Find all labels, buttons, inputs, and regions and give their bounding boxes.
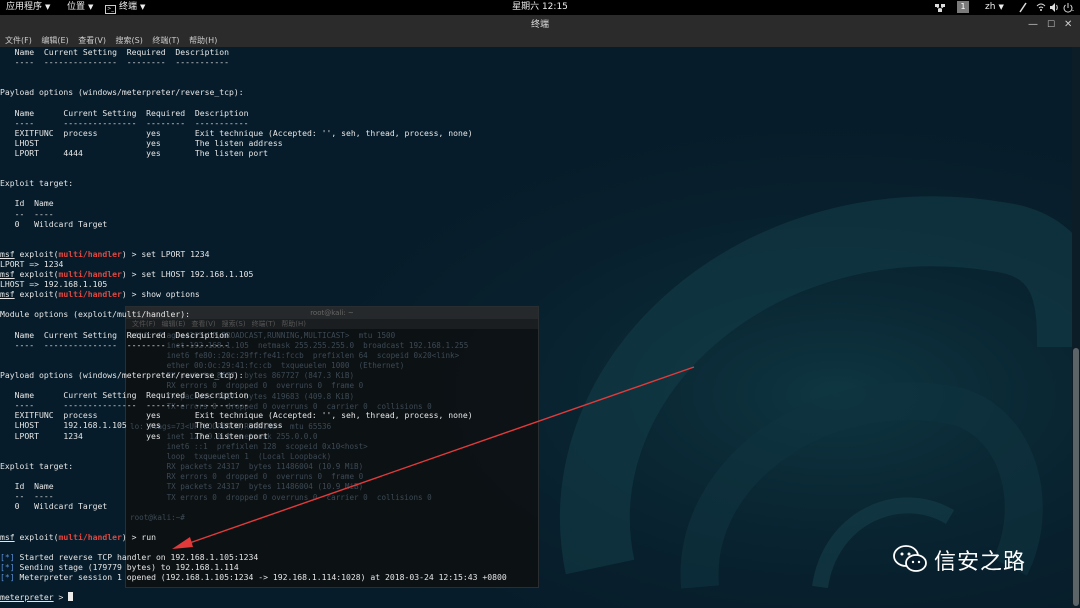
terminal-app-menu[interactable]: >_ 终端 ▼ [105,0,145,15]
watermark-text: 信安之路 [934,550,1027,575]
wechat-icon [893,545,927,572]
applications-menu[interactable]: 应用程序 ▼ [6,0,50,15]
scrollbar-thumb[interactable] [1073,348,1079,606]
terminal-icon: >_ [105,5,116,14]
minimize-icon[interactable]: — [1028,15,1038,35]
menu-edit[interactable]: 编辑(E) [41,36,68,45]
maximize-icon[interactable]: ☐ [1047,15,1055,35]
watermark: 信安之路 [892,542,1052,578]
window-title: 终端 [530,20,549,30]
terminal-app-label: 终端 [119,2,138,12]
window-title-bar[interactable]: 终端 — ☐ ✕ [0,15,1080,35]
menu-help[interactable]: 帮助(H) [189,36,217,45]
annotation-arrow [172,366,695,549]
close-icon[interactable]: ✕ [1064,15,1072,35]
workspace-indicator[interactable]: 1 [957,1,969,13]
clock[interactable]: 星期六 12:15 [512,2,568,12]
chevron-down-icon: ▼ [45,3,51,11]
language-menu[interactable]: zh ▼ [985,0,1004,15]
top-bar: 应用程序 ▼ 位置 ▼ >_ 终端 ▼ 星期六 12:15 1 zh ▼ [0,0,1080,15]
language-label: zh [985,2,996,12]
chevron-down-icon: ▼ [140,3,146,11]
menu-bar: 文件(F) 编辑(E) 查看(V) 搜索(S) 终端(T) 帮助(H) [0,35,1080,47]
chevron-down-icon: ▼ [998,3,1004,11]
menu-terminal[interactable]: 终端(T) [152,36,179,45]
applications-label: 应用程序 [6,2,43,12]
menu-view[interactable]: 查看(V) [78,36,106,45]
places-label: 位置 [67,2,86,12]
places-menu[interactable]: 位置 ▼ [67,0,93,15]
menu-file[interactable]: 文件(F) [5,36,32,45]
menu-search[interactable]: 搜索(S) [116,36,143,45]
chevron-down-icon: ▼ [88,3,94,11]
terminal-area[interactable]: root@kali: ~ 文件(F) 编辑(E) 查看(V) 搜索(S) 终端(T) 帮助… [0,47,1072,608]
